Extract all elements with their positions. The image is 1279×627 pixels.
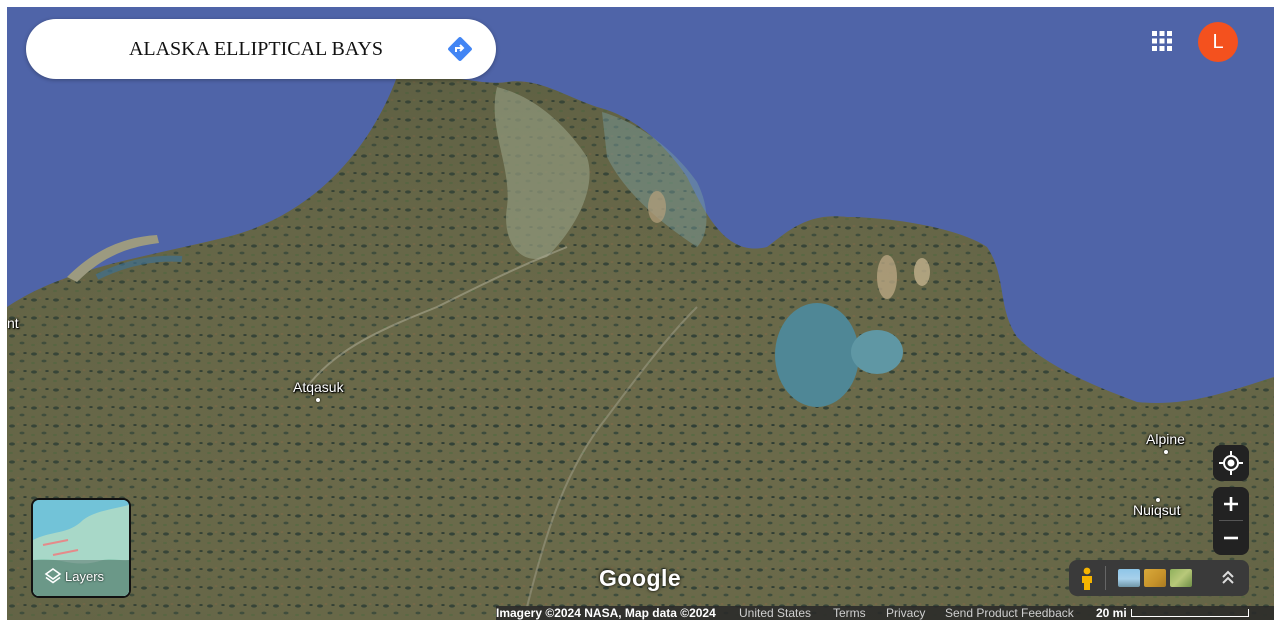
place-marker-alpine: [1164, 450, 1168, 454]
google-logo: Google: [599, 565, 682, 591]
map-canvas[interactable]: ALASKA ELLIPTICAL BAYS L nt Atqasuk Alpi…: [7, 7, 1274, 620]
apps-grid-icon[interactable]: [1151, 30, 1173, 52]
imagery-credit: Imagery ©2024 NASA, Map data ©2024: [496, 606, 716, 620]
terrain-thumbnail[interactable]: [1118, 569, 1140, 587]
scale-label[interactable]: 20 mi: [1096, 606, 1127, 620]
layers-button[interactable]: Layers: [31, 498, 131, 598]
zoom-out-button[interactable]: [1213, 521, 1249, 555]
place-marker-atqasuk: [316, 398, 320, 402]
place-label-alpine[interactable]: Alpine: [1146, 431, 1185, 447]
layers-label: Layers: [65, 569, 105, 584]
traffic-thumbnail[interactable]: [1144, 569, 1166, 587]
scale-bar[interactable]: [1131, 609, 1249, 617]
privacy-link[interactable]: Privacy: [886, 606, 925, 620]
search-box[interactable]: ALASKA ELLIPTICAL BAYS: [26, 19, 496, 79]
place-label-partial[interactable]: nt: [7, 315, 19, 331]
transit-thumbnail[interactable]: [1170, 569, 1192, 587]
place-label-atqasuk[interactable]: Atqasuk: [293, 379, 344, 395]
map-type-bar: [1069, 560, 1249, 596]
place-label-nuiqsut[interactable]: Nuiqsut: [1133, 502, 1180, 518]
layers-icon: [44, 568, 62, 584]
terms-link[interactable]: Terms: [833, 606, 866, 620]
feedback-link[interactable]: Send Product Feedback: [945, 606, 1074, 620]
attribution-bar: Imagery ©2024 NASA, Map data ©2024 Unite…: [496, 606, 1274, 620]
zoom-in-button[interactable]: [1213, 487, 1249, 521]
region-link[interactable]: United States: [739, 606, 811, 620]
zoom-controls: [1213, 487, 1249, 555]
my-location-icon[interactable]: [1213, 445, 1249, 481]
map-type-divider: [1105, 566, 1106, 590]
chevron-up-icon[interactable]: [1221, 568, 1235, 588]
directions-icon[interactable]: [447, 36, 473, 62]
pegman-icon[interactable]: [1079, 567, 1095, 591]
account-avatar[interactable]: L: [1198, 22, 1238, 62]
satellite-imagery: [7, 7, 1274, 620]
search-query-text: ALASKA ELLIPTICAL BAYS: [128, 38, 384, 60]
